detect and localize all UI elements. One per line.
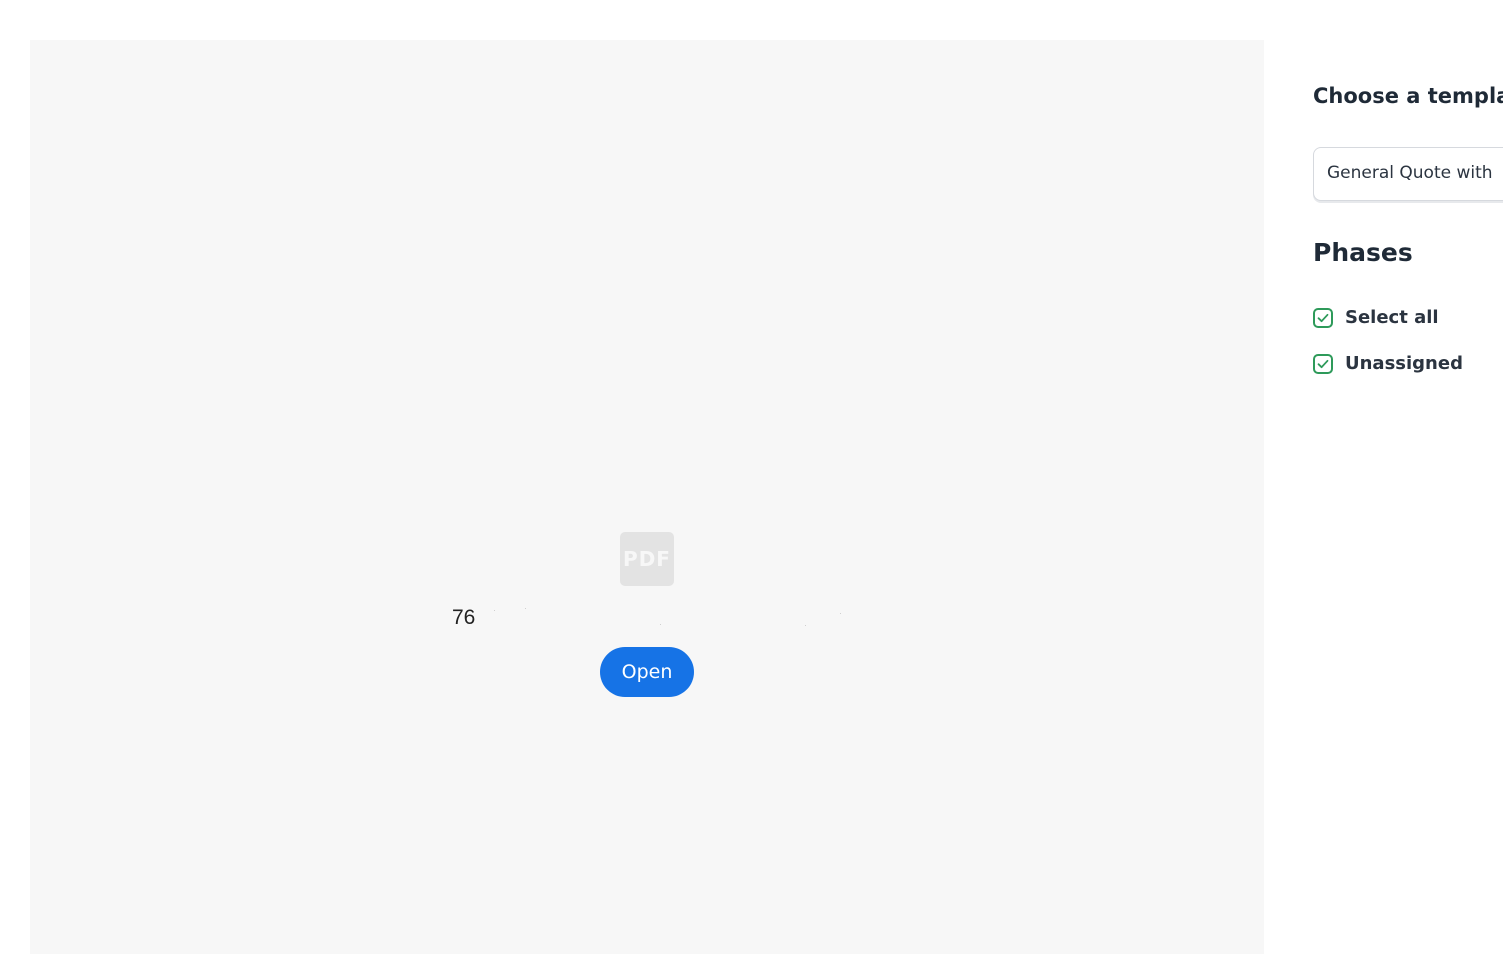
template-side-panel: Choose a templa General Quote with Phase… [1313,0,1503,954]
faint-artifact [840,613,841,614]
select-all-checkbox[interactable] [1313,307,1333,328]
faint-artifact [805,625,806,626]
faint-artifact [494,610,495,611]
phases-heading: Phases [1313,238,1413,267]
select-all-option[interactable]: Select all [1313,307,1439,328]
open-button[interactable]: Open [600,647,694,697]
pdf-icon-label: PDF [623,547,671,571]
faint-artifact [525,608,526,609]
unassigned-checkbox[interactable] [1313,353,1333,374]
checkmark-icon [1317,313,1329,322]
choose-template-heading: Choose a templa [1313,84,1503,108]
select-all-label: Select all [1345,307,1439,328]
faint-artifact [660,624,661,625]
file-name: 76 [452,606,476,629]
checkmark-icon [1317,359,1329,368]
unassigned-label: Unassigned [1345,353,1463,374]
unassigned-option[interactable]: Unassigned [1313,353,1463,374]
pdf-file-icon: PDF [620,532,674,586]
template-select[interactable]: General Quote with [1313,147,1503,201]
template-select-value: General Quote with [1327,163,1493,183]
document-preview-pane: PDF 76 Open [30,40,1264,954]
